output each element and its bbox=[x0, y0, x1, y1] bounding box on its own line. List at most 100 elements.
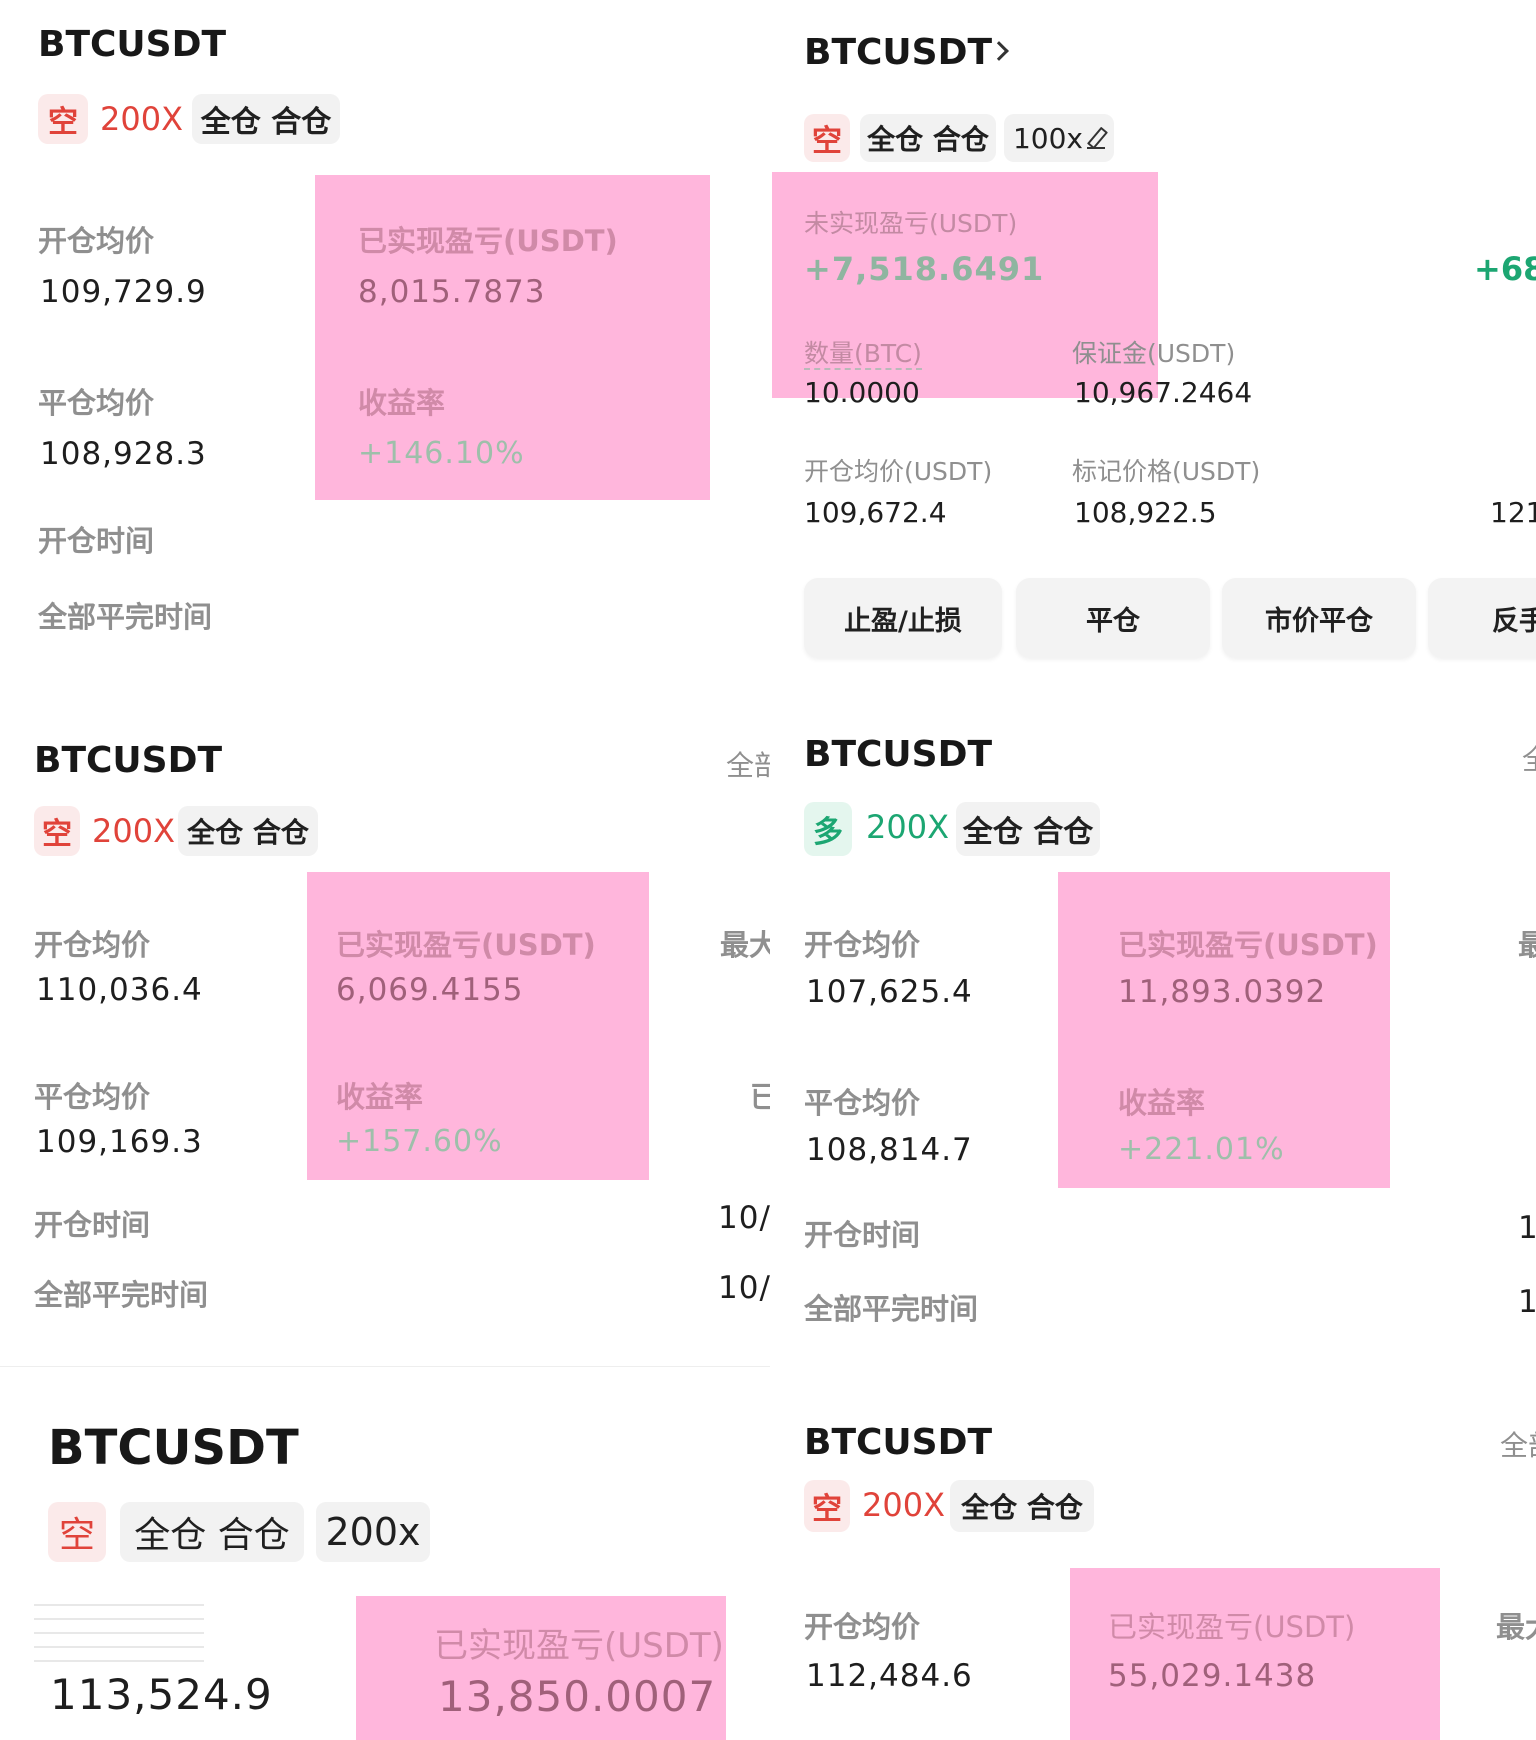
open-avg-label: 开仓均价 bbox=[804, 1610, 921, 1644]
divider bbox=[0, 1366, 770, 1367]
realized-pnl-value: 8,015.7873 bbox=[358, 274, 546, 310]
position-card-5: BTCUSDT 空 全仓 合仓 200x 113,524.9 已实现盈亏(USD… bbox=[0, 1368, 770, 1740]
open-avg-value: 113,524.9 bbox=[50, 1670, 273, 1719]
open-time-label: 开仓时间 bbox=[34, 1208, 151, 1242]
symbol-title: BTCUSDT bbox=[48, 1420, 299, 1476]
margin-mode-tag: 全仓 合仓 bbox=[956, 802, 1100, 856]
margin-label: 保证金(USDT) bbox=[1072, 339, 1236, 368]
symbol-title: BTCUSDT bbox=[34, 740, 223, 781]
unrealized-pnl-label: 未实现盈亏(USDT) bbox=[804, 209, 1018, 238]
realized-pnl-label: 已实现盈亏(USDT) bbox=[358, 224, 618, 258]
open-time-value: 10/2 bbox=[718, 1200, 770, 1236]
open-avg-value: 110,036.4 bbox=[36, 972, 203, 1008]
position-card-2: BTCUSDT 空 全仓 合仓 100x 未实现盈亏(USDT) +7,518.… bbox=[770, 0, 1536, 700]
side-tag-short: 空 bbox=[48, 1502, 106, 1562]
margin-mode-tag: 全仓 合仓 bbox=[950, 1480, 1094, 1532]
position-card-1: BTCUSDT 空 200X 全仓 合仓 开仓均价 109,729.9 平仓均价… bbox=[0, 0, 770, 700]
open-avg-label: 开仓均价 bbox=[804, 928, 921, 962]
close-avg-label: 平仓均价 bbox=[804, 1086, 921, 1120]
symbol-title: BTCUSDT bbox=[804, 734, 993, 775]
realized-pnl-label: 已实现盈亏(USDT) bbox=[1108, 1610, 1356, 1644]
blurred-label-noise bbox=[34, 1604, 204, 1664]
open-avg-value: 107,625.4 bbox=[806, 974, 973, 1010]
open-time-label: 开仓时间 bbox=[38, 524, 155, 558]
margin-mode-tag: 全仓 合仓 bbox=[178, 806, 318, 856]
margin-mode-tag: 全仓 合仓 bbox=[192, 94, 340, 144]
close-avg-value: 108,928.3 bbox=[40, 436, 207, 472]
leverage-tag: 200x bbox=[316, 1502, 430, 1562]
close-time-label: 全部平完时间 bbox=[804, 1292, 979, 1326]
max-partial: 最大 bbox=[1496, 1610, 1536, 1644]
leverage-label: 200X bbox=[92, 812, 175, 850]
unrealized-pnl-value: +7,518.6491 bbox=[804, 250, 1045, 288]
realized-pnl-value: 55,029.1438 bbox=[1108, 1658, 1317, 1694]
max-partial: 最大 bbox=[720, 928, 770, 962]
roi-label: 收益率 bbox=[336, 1080, 424, 1114]
leverage-value: 100x bbox=[1012, 121, 1083, 155]
close-avg-label: 平仓均价 bbox=[38, 386, 155, 420]
symbol-title[interactable]: BTCUSDT bbox=[804, 32, 992, 73]
market-close-button[interactable]: 市价平仓 bbox=[1222, 578, 1416, 658]
close-time-label: 全部平完时间 bbox=[38, 600, 213, 634]
qty-value: 10.0000 bbox=[804, 376, 920, 409]
chevron-right-icon[interactable] bbox=[989, 41, 1009, 61]
position-card-6: BTCUSDT 全部 空 200X 全仓 合仓 开仓均价 112,484.6 最… bbox=[770, 1368, 1536, 1740]
closed-partial: 已 bbox=[750, 1080, 770, 1114]
margin-value: 10,967.2464 bbox=[1074, 376, 1253, 409]
close-avg-value: 109,169.3 bbox=[36, 1124, 203, 1160]
filter-partial: 全 bbox=[1522, 738, 1536, 778]
open-avg-value: 109,729.9 bbox=[40, 274, 207, 310]
margin-mode-tag: 全仓 合仓 bbox=[860, 114, 996, 162]
open-avg-value: 109,672.4 bbox=[804, 496, 947, 529]
side-tag-short: 空 bbox=[34, 806, 80, 856]
close-time-label: 全部平完时间 bbox=[34, 1278, 209, 1312]
realized-pnl-value: 6,069.4155 bbox=[336, 972, 524, 1008]
leverage-label: 200X bbox=[866, 808, 949, 846]
mark-price-label: 标记价格(USDT) bbox=[1072, 457, 1261, 486]
realized-pnl-label: 已实现盈亏(USDT) bbox=[1118, 928, 1378, 962]
open-avg-label: 开仓均价 bbox=[34, 928, 151, 962]
qty-label: 数量(BTC) bbox=[804, 339, 922, 370]
roi-value: +221.01% bbox=[1118, 1132, 1285, 1167]
filter-partial: 全部 bbox=[726, 749, 770, 782]
position-card-3: BTCUSDT 全部 空 200X 全仓 合仓 开仓均价 110,036.4 平… bbox=[0, 700, 770, 1368]
realized-pnl-label: 已实现盈亏(USDT) bbox=[434, 1626, 724, 1666]
position-card-4: BTCUSDT 全 多 200X 全仓 合仓 开仓均价 107,625.4 平仓… bbox=[770, 700, 1536, 1368]
close-avg-label: 平仓均价 bbox=[34, 1080, 151, 1114]
side-tag-short: 空 bbox=[804, 114, 850, 162]
reverse-button[interactable]: 反手 bbox=[1428, 578, 1536, 658]
margin-mode-tag: 全仓 合仓 bbox=[120, 1502, 304, 1562]
roi-value: +157.60% bbox=[336, 1124, 503, 1159]
close-time-value: 1 bbox=[1518, 1284, 1536, 1320]
roi-label: 收益率 bbox=[1118, 1086, 1206, 1120]
close-avg-value: 108,814.7 bbox=[806, 1132, 973, 1168]
tpsl-button[interactable]: 止盈/止损 bbox=[804, 578, 1002, 658]
leverage-label: 200X bbox=[100, 100, 183, 138]
realized-pnl-label: 已实现盈亏(USDT) bbox=[336, 928, 596, 962]
symbol-title: BTCUSDT bbox=[804, 1422, 993, 1463]
side-tag-short: 空 bbox=[804, 1480, 850, 1532]
open-time-label: 开仓时间 bbox=[804, 1218, 921, 1252]
open-avg-label: 开仓均价(USDT) bbox=[804, 457, 993, 486]
unrealized-roi-partial: +68 bbox=[1474, 250, 1536, 288]
filter-partial: 全部 bbox=[1500, 1429, 1536, 1462]
roi-label: 收益率 bbox=[358, 386, 446, 420]
open-avg-label: 开仓均价 bbox=[38, 224, 155, 258]
open-avg-value: 112,484.6 bbox=[806, 1658, 973, 1694]
roi-value: +146.10% bbox=[358, 436, 525, 471]
side-tag-short: 空 bbox=[38, 94, 88, 144]
mark-price-value: 108,922.5 bbox=[1074, 496, 1217, 529]
realized-pnl-value: 11,893.0392 bbox=[1118, 974, 1327, 1010]
side-tag-long: 多 bbox=[804, 802, 852, 856]
leverage-edit-button[interactable]: 100x bbox=[1004, 114, 1114, 162]
close-time-value: 10/2 bbox=[718, 1270, 770, 1306]
leverage-label: 200X bbox=[862, 1486, 945, 1524]
liq-price-partial: 121 bbox=[1490, 496, 1536, 529]
symbol-title: BTCUSDT bbox=[38, 24, 227, 65]
close-button[interactable]: 平仓 bbox=[1016, 578, 1210, 658]
edit-icon bbox=[1087, 127, 1105, 149]
max-partial: 最 bbox=[1518, 928, 1536, 962]
realized-pnl-value: 13,850.0007 bbox=[438, 1672, 717, 1721]
open-time-value: 1 bbox=[1518, 1210, 1536, 1246]
redaction-overlay bbox=[1070, 1568, 1440, 1740]
